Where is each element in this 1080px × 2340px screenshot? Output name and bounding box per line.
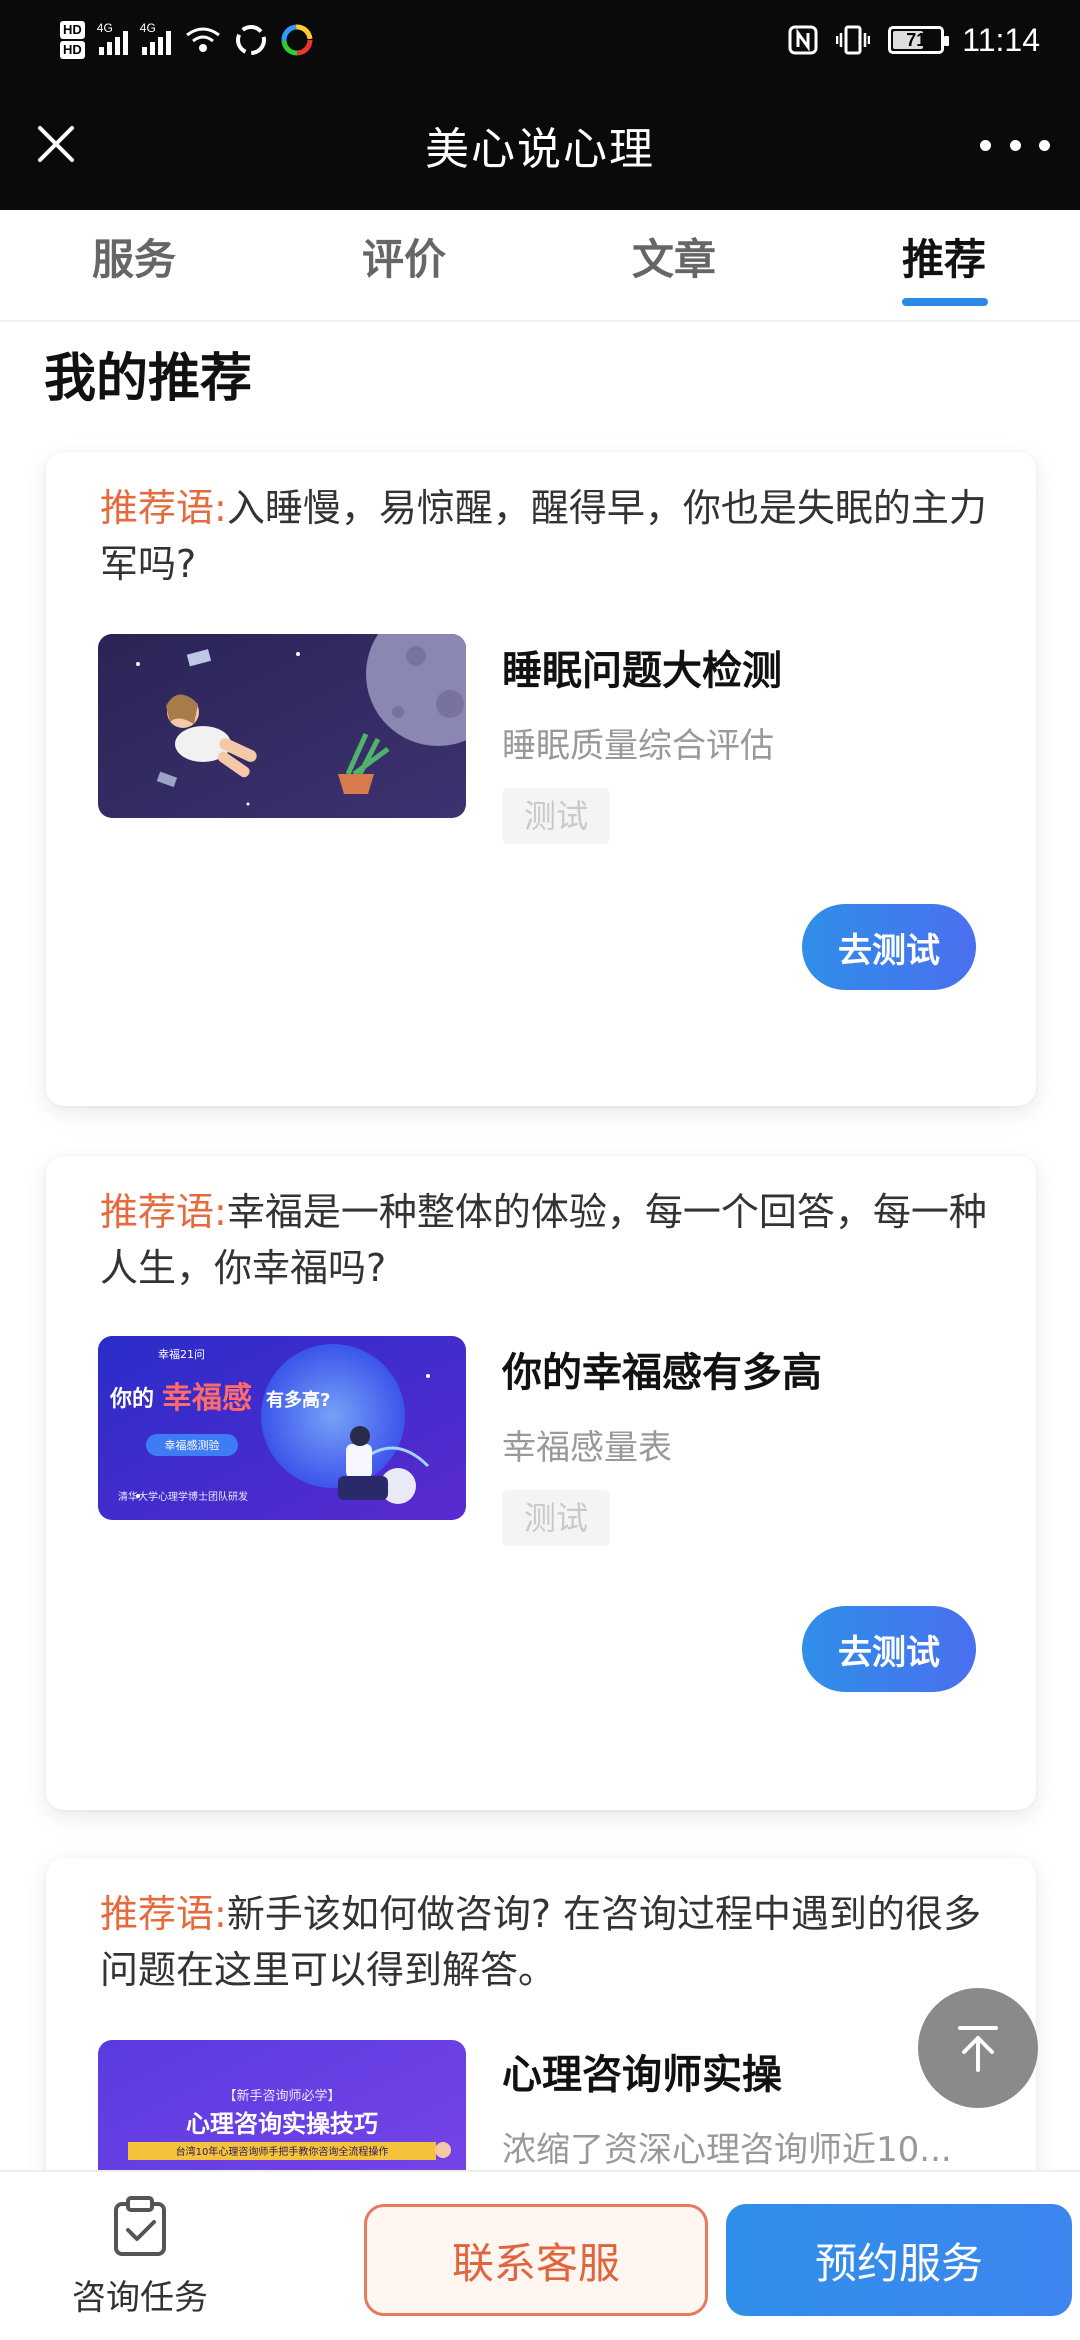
thumb-headline: 心理咨询实操技巧	[186, 2110, 378, 2138]
vibrate-icon	[836, 25, 871, 55]
recommend-label: 推荐语:	[100, 1892, 227, 1936]
bottom-bar: 咨询任务 联系客服 预约服务	[0, 2170, 1080, 2340]
tab-articles[interactable]: 文章	[632, 226, 716, 287]
clipboard-check-icon	[114, 2196, 166, 2256]
thumb-top-text: 幸福21问	[158, 1347, 205, 1361]
active-tab-indicator	[902, 298, 988, 306]
recommend-text: 推荐语:新手该如何做咨询? 在咨询过程中遇到的很多问题在这里可以得到解答。	[100, 1886, 1000, 1998]
thumb-headline-pre: 你的	[109, 1386, 154, 1412]
item-subtitle: 浓缩了资深心理咨询师近10...	[502, 2130, 952, 2170]
thumb-headline-mid: 幸福感	[162, 1381, 252, 1416]
consult-task-button[interactable]: 咨询任务	[40, 2194, 240, 2319]
recommend-body: 入睡慢，易惊醒，醒得早，你也是失眠的主力军吗?	[100, 486, 987, 586]
battery-icon: 71	[888, 26, 950, 54]
close-icon[interactable]	[30, 118, 82, 170]
recommend-card: 推荐语:入睡慢，易惊醒，醒得早，你也是失眠的主力军吗? 睡眠问题大检测 睡眠质量…	[46, 452, 1036, 1106]
tab-recommend[interactable]: 推荐	[902, 226, 986, 287]
recommend-text: 推荐语:幸福是一种整体的体验，每一个回答，每一种人生，你幸福吗?	[100, 1184, 1000, 1296]
network-type-label: 4G	[139, 21, 156, 35]
tab-reviews[interactable]: 评价	[362, 226, 446, 287]
go-test-button[interactable]: 去测试	[802, 904, 976, 990]
recommend-card: 推荐语:幸福是一种整体的体验，每一个回答，每一种人生，你幸福吗? 幸福21问 你…	[46, 1156, 1036, 1810]
app-color-icon	[281, 24, 313, 56]
recommend-body: 幸福是一种整体的体验，每一个回答，每一种人生，你幸福吗?	[100, 1190, 987, 1290]
tab-service[interactable]: 服务	[92, 226, 176, 287]
section-title: 我的推荐	[44, 349, 253, 409]
page-title: 美心说心理	[425, 124, 655, 175]
item-subtitle: 幸福感量表	[502, 1428, 672, 1468]
thumb-foot: 台湾10年心理咨询师手把手教你咨询全流程操作	[176, 2145, 389, 2158]
thumb-top-text: 【新手咨询师必学】	[223, 2088, 340, 2104]
happiness-thumbnail[interactable]: 幸福21问 你的 幸福感 有多高? 幸福感测验 清华大学心理学博士团队研发	[98, 1336, 466, 1520]
sync-icon	[235, 25, 266, 55]
more-options-icon[interactable]	[980, 128, 1050, 162]
title-bar: 美心说心理	[0, 80, 1080, 210]
go-test-button[interactable]: 去测试	[802, 1606, 976, 1692]
battery-level: 71	[906, 29, 927, 50]
status-left: HD HD 4G 4G	[60, 21, 313, 59]
item-tag: 测试	[502, 788, 611, 844]
item-tag: 测试	[502, 1490, 611, 1546]
item-subtitle: 睡眠质量综合评估	[502, 726, 774, 766]
book-service-button[interactable]: 预约服务	[726, 2204, 1072, 2316]
item-title[interactable]: 你的幸福感有多高	[502, 1340, 822, 1398]
recommend-label: 推荐语:	[100, 1190, 227, 1234]
back-to-top-button[interactable]	[918, 1988, 1038, 2108]
consult-task-label: 咨询任务	[72, 2278, 208, 2318]
nfc-icon	[788, 25, 818, 55]
clock: 11:14	[962, 21, 1040, 58]
hd-indicators: HD HD	[60, 21, 85, 59]
tab-bar: 服务 评价 文章 推荐	[0, 210, 1080, 322]
thumb-foot: 清华大学心理学博士团队研发	[118, 1490, 248, 1503]
item-title[interactable]: 心理咨询师实操	[502, 2042, 782, 2100]
item-title[interactable]: 睡眠问题大检测	[502, 638, 782, 696]
arrow-up-icon	[958, 2026, 998, 2072]
recommend-body: 新手该如何做咨询? 在咨询过程中遇到的很多问题在这里可以得到解答。	[100, 1892, 982, 1992]
signal-icon: 4G	[140, 21, 171, 55]
happiness-illustration: 幸福21问 你的 幸福感 有多高? 幸福感测验 清华大学心理学博士团队研发	[98, 1336, 466, 1520]
status-bar: HD HD 4G 4G 71 11:14	[0, 0, 1080, 80]
recommend-label: 推荐语:	[100, 486, 227, 530]
thumb-pill: 幸福感测验	[165, 1438, 220, 1452]
thumb-headline-post: 有多高?	[266, 1389, 330, 1411]
wifi-icon	[185, 27, 220, 52]
hd-icon: HD	[60, 21, 85, 39]
status-right: 71 11:14	[788, 22, 1040, 59]
recommend-card: 推荐语:新手该如何做咨询? 在咨询过程中遇到的很多问题在这里可以得到解答。 【新…	[46, 1858, 1036, 2224]
sleep-thumbnail[interactable]	[98, 634, 466, 818]
sleep-illustration	[98, 634, 466, 818]
signal-icon: 4G	[97, 21, 128, 55]
network-type-label: 4G	[96, 21, 113, 35]
contact-service-button[interactable]: 联系客服	[364, 2204, 708, 2316]
hd-icon: HD	[60, 41, 85, 59]
recommend-text: 推荐语:入睡慢，易惊醒，醒得早，你也是失眠的主力军吗?	[100, 480, 1000, 592]
